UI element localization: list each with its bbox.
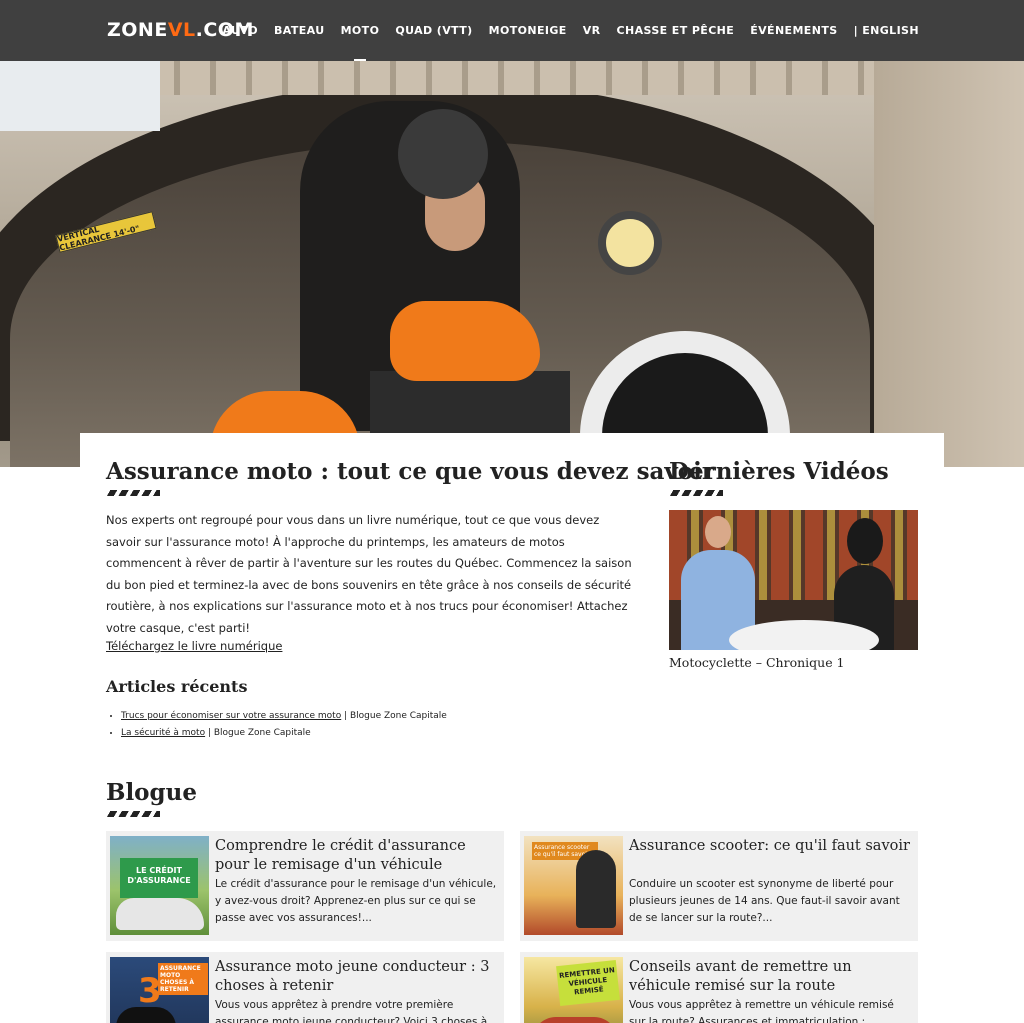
top-navigation-bar: ZONEVL.COM AUTO BATEAU MOTO QUAD (VTT) M… (0, 0, 1024, 61)
blog-post-title[interactable]: Assurance scooter: ce qu'il faut savoir (629, 837, 911, 856)
blog-post-thumbnail[interactable]: REMETTRE UN VÉHICULE REMISÉ (524, 957, 623, 1023)
blog-post-excerpt: Vous vous apprêtez à prendre votre premi… (215, 999, 488, 1023)
thumb-motorcycle (116, 1007, 176, 1023)
hero-sky (0, 61, 160, 131)
recent-article-link[interactable]: Trucs pour économiser sur votre assuranc… (121, 711, 341, 721)
main-nav: AUTO BATEAU MOTO QUAD (VTT) MOTONEIGE VR… (206, 0, 919, 61)
language-switch-english[interactable]: | ENGLISH (854, 24, 919, 37)
nav-item-chasse-et-peche[interactable]: CHASSE ET PÊCHE (617, 24, 735, 37)
thumb-number: 3 (138, 971, 162, 1011)
blog-post-card[interactable]: ASSURANCE MOTO CHOSES À RETENIR 3 Assura… (106, 952, 504, 1023)
blog-post-card[interactable]: Assurance scooter ce qu'il faut savoir A… (520, 831, 918, 941)
blog-post-thumbnail[interactable]: LE CRÉDIT D'ASSURANCE (110, 836, 209, 935)
videos-underline-stripe (669, 490, 723, 496)
thumb-badge: LE CRÉDIT D'ASSURANCE (120, 858, 198, 898)
blog-post-excerpt: Le crédit d'assurance pour le remisage d… (215, 878, 497, 924)
video-host-man-head (705, 516, 731, 548)
logo-part-zone: ZONE (107, 19, 168, 41)
thumb-label: REMETTRE UN VÉHICULE REMISÉ (556, 959, 620, 1007)
blog-post-title[interactable]: Assurance moto jeune conducteur : 3 chos… (215, 958, 497, 996)
nav-item-auto[interactable]: AUTO (222, 24, 258, 37)
title-underline-stripe (106, 490, 160, 496)
nav-item-vr[interactable]: VR (583, 24, 601, 37)
thumb-label: ASSURANCE MOTO CHOSES À RETENIR (158, 963, 208, 995)
recent-article-source: | Blogue Zone Capitale (205, 728, 311, 738)
download-ebook-link[interactable]: Téléchargez le livre numérique (106, 639, 282, 653)
recent-articles-list: Trucs pour économiser sur votre assuranc… (121, 708, 447, 742)
nav-item-motoneige[interactable]: MOTONEIGE (489, 24, 567, 37)
nav-item-bateau[interactable]: BATEAU (274, 24, 325, 37)
article-intro: Nos experts ont regroupé pour vous dans … (106, 513, 632, 635)
hero-headlight (598, 211, 662, 275)
thumb-covered-car (116, 898, 204, 930)
recent-articles-heading: Articles récents (106, 677, 248, 696)
blog-post-card[interactable]: REMETTRE UN VÉHICULE REMISÉ Conseils ava… (520, 952, 918, 1023)
latest-videos-heading: Dernières Vidéos (669, 458, 889, 485)
nav-item-quad[interactable]: QUAD (VTT) (395, 24, 472, 37)
nav-item-moto[interactable]: MOTO (341, 24, 380, 37)
thumb-scooter-rider (576, 850, 616, 928)
blog-post-excerpt: Conduire un scooter est synonyme de libe… (629, 878, 900, 924)
list-item: Trucs pour économiser sur votre assuranc… (121, 708, 447, 725)
list-item: La sécurité à moto | Blogue Zone Capital… (121, 725, 447, 742)
blog-heading: Blogue (106, 779, 197, 806)
hero-pillar (874, 61, 1024, 467)
video-caption[interactable]: Motocyclette – Chronique 1 (669, 655, 845, 670)
nav-item-evenements[interactable]: ÉVÉNEMENTS (750, 24, 837, 37)
video-thumbnail[interactable] (669, 510, 918, 650)
video-host-woman-head (847, 518, 883, 564)
blog-post-thumbnail[interactable]: Assurance scooter ce qu'il faut savoir (524, 836, 623, 935)
blog-post-card[interactable]: LE CRÉDIT D'ASSURANCE Comprendre le créd… (106, 831, 504, 941)
article-title: Assurance moto : tout ce que vous devez … (106, 458, 714, 485)
hero-rider-helmet (398, 109, 488, 199)
hero-fuel-tank (390, 301, 540, 381)
blog-underline-stripe (106, 811, 160, 817)
blog-post-excerpt: Vous vous apprêtez à remettre un véhicul… (629, 999, 894, 1023)
blog-post-thumbnail[interactable]: ASSURANCE MOTO CHOSES À RETENIR 3 (110, 957, 209, 1023)
recent-article-source: | Blogue Zone Capitale (341, 711, 447, 721)
hero-image-motorcyclist: VERTICAL CLEARANCE 14'-0" (0, 61, 1024, 467)
recent-article-link[interactable]: La sécurité à moto (121, 728, 205, 738)
thumb-car (532, 1017, 618, 1023)
logo-part-vl: VL (167, 19, 196, 41)
blog-post-title[interactable]: Conseils avant de remettre un véhicule r… (629, 958, 911, 996)
blog-post-title[interactable]: Comprendre le crédit d'assurance pour le… (215, 837, 497, 875)
